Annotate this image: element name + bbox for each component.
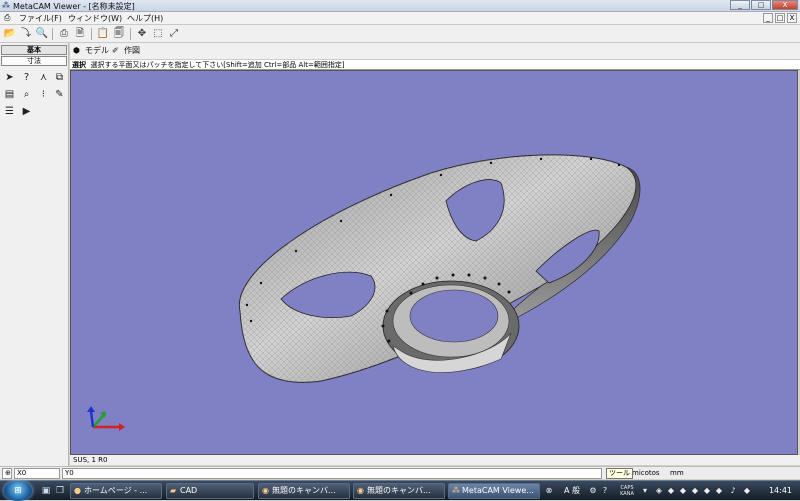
menu-bar: ⎙ ファイル(F) ウィンドウ(W) ヘルプ(H) _ □ X (0, 12, 800, 25)
canvas-icon: ◉ (357, 486, 364, 495)
tray-app-icon[interactable]: ◆ (666, 485, 676, 497)
app-icon[interactable]: ⁂ (2, 1, 11, 10)
toolbar-separator (130, 28, 131, 40)
taskbar: ⊞ ▣ ❐ ● ホームページ - ... ▰ CAD ◉ 無題のキャンバ... ◉ 無題… (0, 480, 800, 501)
tray-app-icon[interactable]: ◆ (678, 485, 688, 497)
task-cad[interactable]: ▰ CAD (166, 483, 254, 499)
search-file-icon[interactable]: 🔍 (35, 27, 49, 41)
unit-label: mm (670, 469, 684, 477)
menu-window[interactable]: ウィンドウ(W) (68, 13, 122, 24)
mdi-close-button[interactable]: X (787, 13, 797, 23)
folder-icon: ▰ (170, 486, 177, 495)
tray-app-icon[interactable]: ◆ (690, 485, 700, 497)
task-canvas-1[interactable]: ◉ 無題のキャンバ... (258, 483, 350, 499)
main-toolbar: 📂 ⤵ 🔍 ⎙ 🗎 📋 🗐 ✥ ⬚ ⤢ (0, 25, 800, 43)
title-bar: ⁂ MetaCAM Viewer - [名称未設定] _ □ X (0, 0, 800, 12)
windows-logo-icon: ⊞ (14, 486, 22, 496)
pan-icon[interactable]: ✥ (135, 27, 149, 41)
minimize-button[interactable]: _ (730, 0, 750, 10)
task-canvas-2[interactable]: ◉ 無題のキャンバ... (353, 483, 445, 499)
clock[interactable]: 14:41 (769, 486, 792, 495)
mdi-minimize-button[interactable]: _ (763, 13, 773, 23)
caps-kana-indicator: CAPS KANA (620, 485, 634, 497)
zoom-fit-icon[interactable]: ⤢ (167, 27, 181, 41)
tab-dimension[interactable]: 寸法 (1, 56, 67, 66)
tooltip: ツール (606, 468, 633, 479)
menu-doc-icon[interactable]: ⎙ (4, 13, 10, 23)
help-icon[interactable]: ? (600, 485, 610, 497)
prompt-text: 選択する平面又はパッチを指定して下さい[Shift=追加 Ctrl=部品 Alt… (90, 61, 345, 69)
play-icon[interactable]: ▶ (20, 105, 33, 118)
menu-file[interactable]: ファイル(F) (19, 13, 62, 24)
menu-help[interactable]: ヘルプ(H) (127, 13, 163, 24)
tray-app-icon[interactable]: ◆ (714, 485, 724, 497)
view-tabs: ⬢ モデル ✐ 作図 (70, 43, 800, 59)
switch-window-icon[interactable]: ❐ (54, 485, 66, 497)
close-button[interactable]: X (772, 0, 798, 10)
document-icon[interactable]: 🗐 (112, 27, 126, 41)
funnel-model[interactable] (238, 154, 641, 383)
browser-icon: ● (74, 486, 81, 495)
maximize-button[interactable]: □ (751, 0, 771, 10)
toolbar-separator (91, 28, 92, 40)
coordinate-bar: ⊕ X0 Y0 micotos mm (0, 466, 800, 479)
system-tray: ⊗ A 般 ⚙ ? CAPS KANA ▾ ◈ ◆ ◆ ◆ ◆ ◆ ♪ ◆ 14… (540, 481, 800, 501)
3d-viewport[interactable] (70, 70, 798, 455)
status-partial: micotos (632, 469, 660, 477)
canvas-icon: ◉ (262, 486, 269, 495)
mdi-controls: _ □ X (763, 13, 797, 23)
task-metacam[interactable]: ⁂ MetaCAM Viewe... (448, 483, 540, 499)
window-title: MetaCAM Viewer - [名称未設定] (13, 2, 135, 11)
model-canvas[interactable] (71, 71, 799, 456)
tab-drawing[interactable]: 作図 (124, 45, 140, 57)
tray-app-icon[interactable]: ◆ (742, 485, 752, 497)
toolbar-separator (52, 28, 53, 40)
task-homepage[interactable]: ● ホームページ - ... (70, 483, 162, 499)
show-desktop-icon[interactable]: ▣ (40, 485, 52, 497)
left-tool-panel: 基本 寸法 ➤ ? ⋏ ⧉ ▤ ⌕ ⁝ ✎ ☰ ▶ (0, 43, 69, 468)
stack-icon[interactable]: ☰ (3, 105, 16, 118)
material-label: SUS, 1 R0 (70, 455, 800, 465)
note-icon[interactable]: ✎ (53, 88, 66, 101)
volume-icon[interactable]: ♪ (728, 485, 738, 497)
model-tab-icon: ⬢ (73, 46, 80, 55)
ime-tool-icon[interactable]: ⚙ (588, 485, 598, 497)
prompt-mode: 選択 (72, 61, 86, 69)
drawing-tab-icon: ✐ (112, 46, 119, 55)
print-preview-icon[interactable]: 🗎 (73, 27, 87, 41)
magnify-icon[interactable]: ⌕ (20, 88, 33, 101)
tray-arrow-icon[interactable]: ▾ (640, 485, 650, 497)
metacam-icon: ⁂ (452, 486, 460, 495)
clipboard-icon[interactable]: 📋 (96, 27, 110, 41)
select-arrow-icon[interactable]: ➤ (3, 71, 16, 84)
open-icon[interactable]: 📂 (3, 27, 17, 41)
layer-icon[interactable]: ⧉ (53, 71, 66, 84)
display-icon[interactable]: ▤ (3, 88, 16, 101)
window-controls: _ □ X (730, 0, 798, 10)
tray-app-icon[interactable]: ◆ (702, 485, 712, 497)
x-coordinate: X0 (14, 468, 60, 479)
query-icon[interactable]: ? (20, 71, 33, 84)
command-prompt: 選択 選択する平面又はパッチを指定して下さい[Shift=追加 Ctrl=部品 … (70, 59, 800, 70)
language-icon[interactable]: ⊗ (544, 485, 554, 497)
coord-icon: ⊕ (2, 468, 12, 479)
zoom-window-icon[interactable]: ⬚ (151, 27, 165, 41)
print-icon[interactable]: ⎙ (57, 27, 71, 41)
axis-indicator (87, 406, 125, 431)
import-icon[interactable]: ⤵ (19, 27, 33, 41)
tab-basic[interactable]: 基本 (1, 45, 67, 55)
tab-model[interactable]: モデル (85, 45, 109, 57)
y-coordinate: Y0 (62, 468, 602, 479)
ime-indicator[interactable]: A 般 (558, 485, 586, 497)
start-button[interactable]: ⊞ (4, 481, 32, 501)
network-icon[interactable]: ◈ (654, 485, 664, 497)
measure-icon[interactable]: ⋏ (37, 71, 50, 84)
mdi-restore-button[interactable]: □ (775, 13, 785, 23)
grid-icon[interactable]: ⁝ (37, 88, 50, 101)
